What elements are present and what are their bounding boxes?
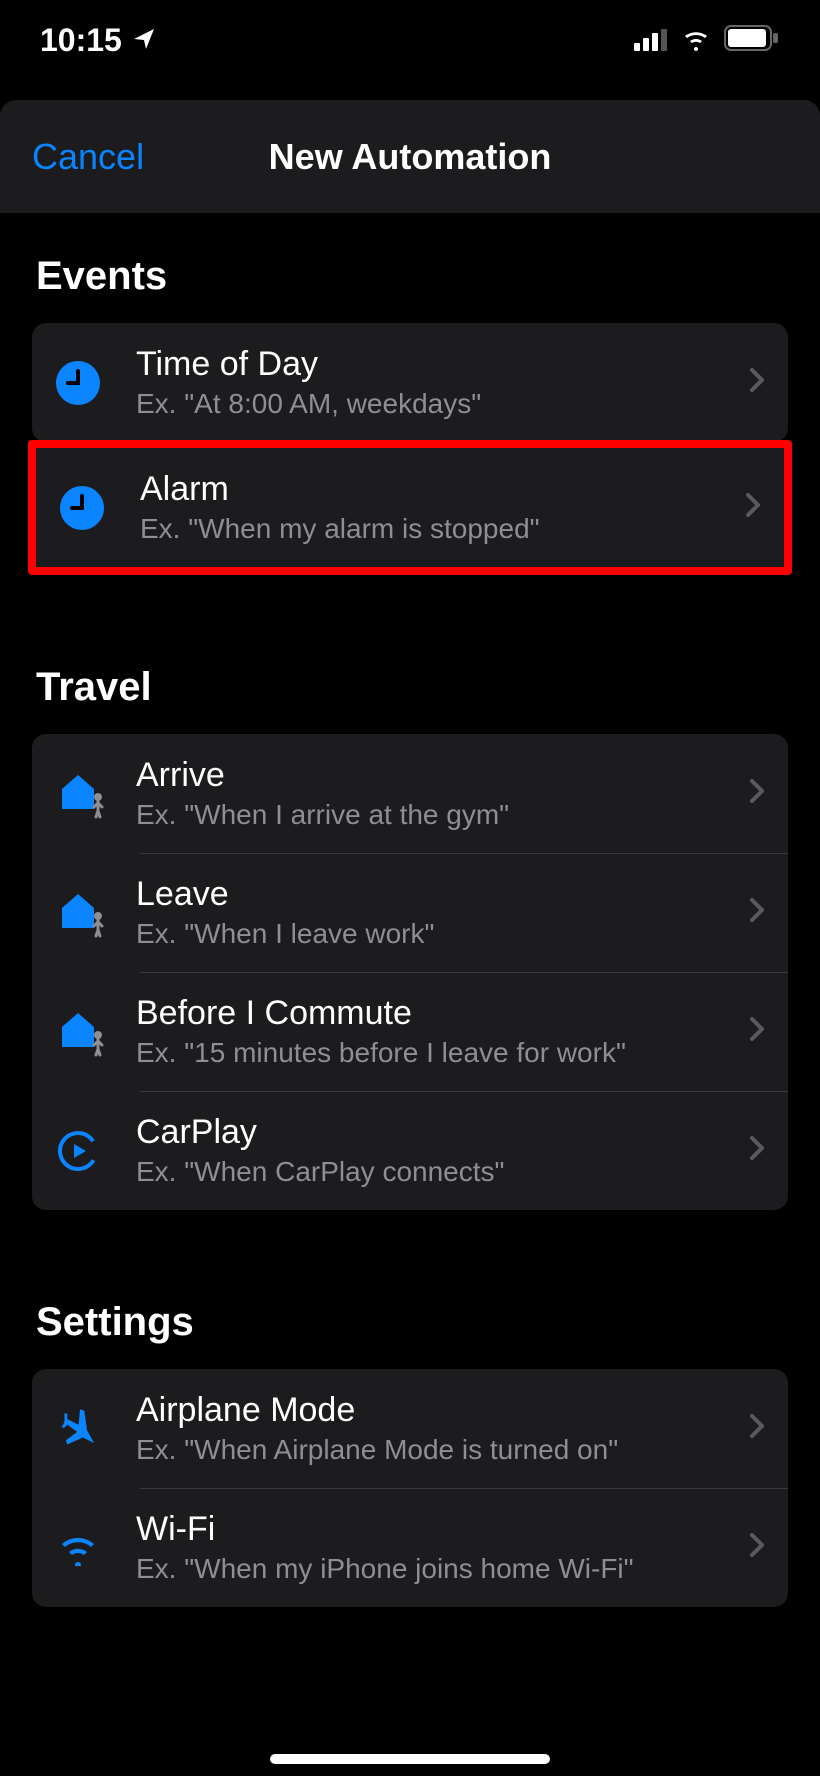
clock-icon — [56, 361, 126, 405]
item-title: CarPlay — [136, 1113, 750, 1152]
house-person-icon — [56, 769, 126, 819]
item-title: Before I Commute — [136, 994, 750, 1033]
item-subtitle: Ex. "When I leave work" — [136, 918, 750, 950]
chevron-right-icon — [750, 1532, 764, 1564]
status-right — [634, 22, 780, 59]
settings-group: Airplane Mode Ex. "When Airplane Mode is… — [32, 1369, 788, 1607]
item-subtitle: Ex. "At 8:00 AM, weekdays" — [136, 388, 750, 420]
item-arrive[interactable]: Arrive Ex. "When I arrive at the gym" — [32, 734, 788, 853]
item-title: Alarm — [140, 470, 746, 509]
item-subtitle: Ex. "When I arrive at the gym" — [136, 799, 750, 831]
travel-group: Arrive Ex. "When I arrive at the gym" Le… — [32, 734, 788, 1210]
house-person-icon — [56, 1007, 126, 1057]
wifi-icon — [680, 22, 712, 59]
item-title: Time of Day — [136, 345, 750, 384]
item-title: Airplane Mode — [136, 1391, 750, 1430]
wifi-icon — [56, 1530, 126, 1566]
airplane-icon — [56, 1405, 126, 1453]
item-title: Arrive — [136, 756, 750, 795]
item-wifi[interactable]: Wi-Fi Ex. "When my iPhone joins home Wi-… — [32, 1488, 788, 1607]
section-header-events: Events — [0, 214, 820, 323]
status-time: 10:15 — [40, 22, 122, 59]
home-indicator[interactable] — [270, 1754, 550, 1764]
location-icon — [132, 22, 156, 59]
sheet-header: Cancel New Automation — [0, 100, 820, 214]
highlighted-item-wrap: Alarm Ex. "When my alarm is stopped" — [28, 440, 792, 575]
item-airplane-mode[interactable]: Airplane Mode Ex. "When Airplane Mode is… — [32, 1369, 788, 1488]
chevron-right-icon — [750, 1135, 764, 1167]
clock-icon — [60, 486, 130, 530]
section-header-settings: Settings — [0, 1260, 820, 1369]
chevron-right-icon — [750, 778, 764, 810]
item-alarm[interactable]: Alarm Ex. "When my alarm is stopped" — [36, 448, 784, 567]
item-subtitle: Ex. "When my alarm is stopped" — [140, 513, 746, 545]
chevron-right-icon — [750, 1413, 764, 1445]
item-subtitle: Ex. "15 minutes before I leave for work" — [136, 1037, 750, 1069]
modal-sheet: Cancel New Automation Events Time of Day… — [0, 100, 820, 1776]
item-leave[interactable]: Leave Ex. "When I leave work" — [32, 853, 788, 972]
item-before-commute[interactable]: Before I Commute Ex. "15 minutes before … — [32, 972, 788, 1091]
item-subtitle: Ex. "When Airplane Mode is turned on" — [136, 1434, 750, 1466]
item-carplay[interactable]: CarPlay Ex. "When CarPlay connects" — [32, 1091, 788, 1210]
chevron-right-icon — [750, 1016, 764, 1048]
cancel-button[interactable]: Cancel — [32, 136, 144, 178]
section-header-travel: Travel — [0, 625, 820, 734]
chevron-right-icon — [746, 492, 760, 524]
item-subtitle: Ex. "When my iPhone joins home Wi-Fi" — [136, 1553, 750, 1585]
chevron-right-icon — [750, 897, 764, 929]
cellular-icon — [634, 22, 668, 59]
status-left: 10:15 — [40, 22, 156, 59]
item-time-of-day[interactable]: Time of Day Ex. "At 8:00 AM, weekdays" — [32, 323, 788, 442]
item-title: Wi-Fi — [136, 1510, 750, 1549]
battery-icon — [724, 22, 780, 59]
house-person-icon — [56, 888, 126, 938]
chevron-right-icon — [750, 367, 764, 399]
item-title: Leave — [136, 875, 750, 914]
content-scroll[interactable]: Events Time of Day Ex. "At 8:00 AM, week… — [0, 214, 820, 1776]
events-group: Time of Day Ex. "At 8:00 AM, weekdays" — [32, 323, 788, 442]
carplay-icon — [56, 1129, 126, 1173]
status-bar: 10:15 — [0, 0, 820, 80]
item-subtitle: Ex. "When CarPlay connects" — [136, 1156, 750, 1188]
